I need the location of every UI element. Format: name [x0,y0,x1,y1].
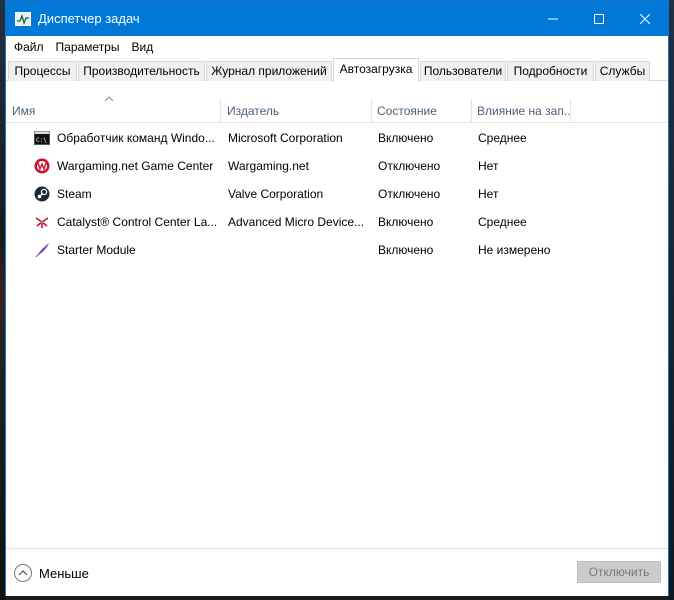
row-publisher: Microsoft Corporation [228,131,343,145]
row-status: Отключено [378,187,441,201]
row-publisher: Advanced Micro Device... [228,215,365,229]
window-title: Диспетчер задач [38,11,140,26]
steam-icon [34,186,50,202]
row-name: Steam [57,187,92,201]
cmd-icon: C:\ [34,131,50,145]
close-icon [640,13,650,24]
table-row[interactable]: C:\ Обработчик команд Windo... Microsoft… [6,124,668,152]
starter-feather-icon [35,243,49,258]
column-header-name[interactable]: Имя [6,99,220,123]
row-name: Обработчик команд Windo... [57,131,215,145]
menu-bar: Файл Параметры Вид [6,36,668,57]
fewer-details-toggle[interactable]: Меньше [14,564,89,582]
maximize-icon [594,13,604,24]
minimize-icon [548,18,558,19]
tab-app-history[interactable]: Журнал приложений [206,61,332,81]
chevron-up-icon [14,564,32,582]
tab-processes[interactable]: Процессы [8,61,77,81]
disable-button[interactable]: Отключить [577,561,661,583]
wargaming-icon [34,158,50,174]
menu-options[interactable]: Параметры [50,40,126,54]
row-name: Starter Module [57,243,136,257]
close-button[interactable] [622,1,668,36]
row-name: Catalyst® Control Center La... [57,215,218,229]
table-row[interactable]: Wargaming.net Game Center Wargaming.net … [6,152,668,180]
tab-startup[interactable]: Автозагрузка [333,58,419,82]
column-header-row: Имя Издатель Состояние Влияние на зап... [6,99,668,123]
table-row[interactable]: Steam Valve Corporation Отключено Нет [6,180,668,208]
tab-services[interactable]: Службы [595,61,650,81]
menu-view[interactable]: Вид [125,40,159,54]
row-publisher [228,236,368,264]
row-status: Отключено [378,159,441,173]
row-impact: Не измерено [478,243,551,257]
row-impact: Нет [478,187,499,201]
row-name: Wargaming.net Game Center [57,159,214,173]
row-impact: Среднее [478,215,527,229]
tab-details[interactable]: Подробности [507,61,594,81]
task-manager-window: Диспетчер задач Файл Параметры Вид Проце… [5,0,669,596]
row-status: Включено [378,215,434,229]
tab-performance[interactable]: Производительность [78,61,205,81]
table-row[interactable]: Catalyst® Control Center La... Advanced … [6,208,668,236]
maximize-button[interactable] [576,1,622,36]
footer-bar: Меньше Отключить [6,548,668,596]
fewer-details-label: Меньше [39,565,89,581]
tab-users[interactable]: Пользователи [420,61,506,81]
row-status: Включено [378,131,434,145]
task-manager-app-icon [15,11,31,26]
row-publisher: Valve Corporation [228,187,324,201]
catalyst-icon [35,217,49,228]
tab-strip: Процессы Производительность Журнал прило… [6,57,668,82]
row-publisher: Wargaming.net [228,159,309,173]
menu-file[interactable]: Файл [8,40,50,54]
column-divider[interactable] [570,99,571,123]
minimize-button[interactable] [530,1,576,36]
column-header-impact[interactable]: Влияние на зап... [471,99,570,123]
svg-text:C:\: C:\ [36,137,47,144]
startup-list: Имя Издатель Состояние Влияние на зап...… [6,82,668,548]
title-bar[interactable]: Диспетчер задач [6,1,668,36]
row-status: Включено [378,243,434,257]
row-impact: Среднее [478,131,527,145]
row-impact: Нет [478,159,499,173]
column-header-publisher[interactable]: Издатель [221,99,371,123]
table-row[interactable]: Starter Module Включено Не измерено [6,236,668,264]
column-header-status[interactable]: Состояние [371,99,471,123]
